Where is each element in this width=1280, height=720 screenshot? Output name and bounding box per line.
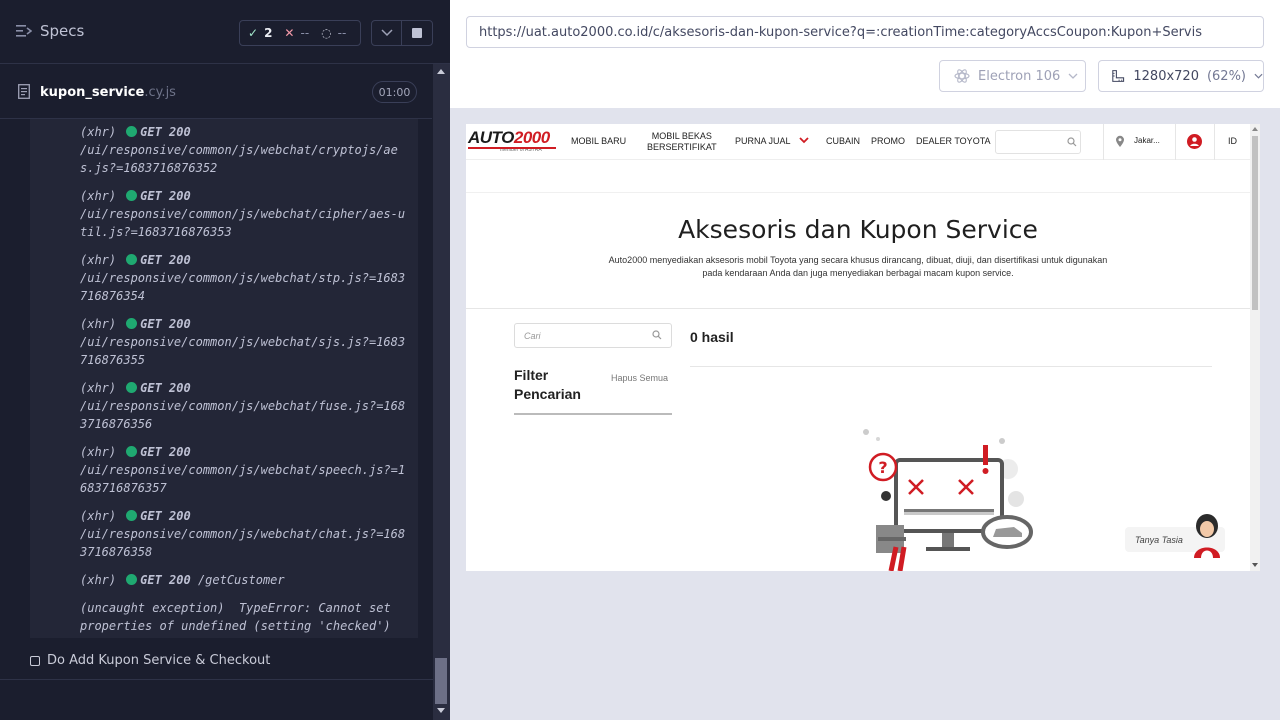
url-bar[interactable]: https://uat.auto2000.co.id/c/aksesoris-d… [466,16,1264,48]
test-stats: ✓ 2 ✕ -- ◌ -- [239,20,361,46]
log-entry[interactable]: (xhr) GET 200/ui/responsive/common/js/web… [80,251,410,305]
status-dot-icon [126,510,138,521]
chevron-down-icon [380,29,393,37]
browser-selector[interactable]: Electron 106 [939,60,1086,92]
document-icon [18,84,30,99]
log-entry[interactable]: (xhr) GET 200/ui/responsive/common/js/web… [80,187,410,241]
divider [514,413,672,415]
scrollbar-thumb[interactable] [435,658,447,704]
svg-text:?: ? [878,458,887,477]
pending-icon: ◌ [321,26,332,40]
logo-underline [468,147,556,149]
specs-toggle-button[interactable]: Specs [16,22,84,40]
scroll-down-arrow-icon[interactable] [1252,563,1258,567]
log-entry[interactable]: (xhr) GET 200/ui/responsive/common/js/web… [80,315,410,369]
scroll-down-arrow-icon[interactable] [437,708,445,713]
specs-label: Specs [40,22,85,40]
results-count: 0 hasil [690,329,734,345]
passed-count: 2 [264,26,273,40]
nav-purna-jual[interactable]: PURNA JUAL [735,136,809,147]
nav-dealer-toyota[interactable]: DEALER TOYOTA [916,136,991,147]
test-title-row[interactable]: Do Add Kupon Service & Checkout [30,653,270,668]
search-icon [652,330,662,340]
specs-list-icon [16,25,32,37]
website-frame: AUTO2000 member of ASTRA MOBIL BARU MOBI… [466,124,1260,571]
chevron-down-icon [799,137,809,144]
nav-search-input[interactable] [995,130,1081,154]
search-icon [1067,137,1077,147]
failed-count: -- [300,26,310,40]
status-dot-icon [126,254,138,265]
location-label[interactable]: Jakar... [1134,135,1160,146]
duration-badge: 01:00 [372,81,417,103]
site-scrollbar-thumb[interactable] [1252,136,1258,310]
app-under-test-panel: https://uat.auto2000.co.id/c/aksesoris-d… [450,0,1280,720]
nav-mobil-bekas[interactable]: MOBIL BEKAS BERSERTIFIKAT [647,131,717,153]
divider [690,366,1212,367]
log-entry[interactable]: (xhr) GET 200/ui/responsive/common/js/web… [80,379,410,433]
nav-promo[interactable]: PROMO [871,136,905,147]
scroll-up-arrow-icon[interactable] [1252,127,1258,131]
uncaught-exception-entry[interactable]: (uncaught exception) TypeError: Cannot s… [80,599,410,635]
location-pin-icon[interactable] [1115,135,1125,148]
divider [1103,124,1104,160]
failed-x-icon: ✕ [284,26,295,40]
user-account-icon[interactable] [1187,134,1202,149]
command-log: (xhr) GET 200/ui/responsive/common/js/web… [30,119,418,638]
spec-file-name[interactable]: kupon_service.cy.js [40,85,176,100]
auto2000-logo[interactable]: AUTO2000 member of ASTRA [468,128,556,154]
collapse-button[interactable] [372,21,403,45]
log-entry[interactable]: (xhr) GET 200/ui/responsive/common/js/web… [80,123,410,177]
scroll-up-arrow-icon[interactable] [437,69,445,74]
passed-check-icon: ✓ [248,26,259,40]
browser-name: Electron 106 [978,68,1061,84]
spec-file-row: kupon_service.cy.js 01:00 [0,64,432,119]
aut-header: https://uat.auto2000.co.id/c/aksesoris-d… [450,0,1280,108]
logo-text: AUTO2000 [468,128,550,147]
log-entry[interactable]: (xhr) GET 200/ui/responsive/common/js/web… [80,507,410,561]
electron-icon [954,69,970,83]
pending-count: -- [337,26,347,40]
log-entry[interactable]: (xhr) GET 200 /getCustomer [80,571,410,589]
viewport-selector[interactable]: 1280x720 (62%) [1098,60,1264,92]
viewport-scale: (62%) [1206,68,1247,84]
stop-button[interactable] [402,21,432,45]
filter-search-input[interactable]: Cari [514,323,672,348]
command-log-scrollbar[interactable] [433,64,450,720]
spec-name: kupon_service [40,85,145,100]
divider [1175,124,1176,160]
clear-all-filters-link[interactable]: Hapus Semua [611,373,668,383]
status-dot-icon [126,318,138,329]
command-log-panel: Specs ✓ 2 ✕ -- ◌ -- kupon_service.cy.js [0,0,450,720]
status-dot-icon [126,190,138,201]
site-navbar: AUTO2000 member of ASTRA MOBIL BARU MOBI… [466,124,1250,160]
stop-icon [412,28,422,38]
viewport-size: 1280x720 [1133,68,1199,84]
assistant-avatar-icon[interactable] [1188,512,1226,558]
divider [1214,124,1215,160]
spec-header: Specs ✓ 2 ✕ -- ◌ -- [0,0,450,64]
runner-controls [371,20,433,46]
test-status-icon [30,655,40,666]
spec-ext: .cy.js [144,85,176,100]
divider [0,679,433,680]
page-hero: Aksesoris dan Kupon Service Auto2000 men… [466,192,1250,309]
chevron-down-icon [1254,73,1263,79]
status-dot-icon [126,446,138,457]
filter-heading: Filter Pencarian [514,367,581,402]
status-dot-icon [126,126,138,137]
page-title: Aksesoris dan Kupon Service [678,215,1038,244]
page-description: Auto2000 menyediakan aksesoris mobil Toy… [608,255,1108,278]
ruler-icon [1112,70,1125,82]
empty-results-illustration: ? [863,429,1033,571]
nav-cubain[interactable]: CUBAIN [826,136,860,147]
test-title: Do Add Kupon Service & Checkout [47,653,271,668]
nav-mobil-baru[interactable]: MOBIL BARU [571,136,626,147]
status-dot-icon [126,574,138,585]
log-entry[interactable]: (xhr) GET 200/ui/responsive/common/js/web… [80,443,410,497]
language-selector[interactable]: ID [1228,136,1237,147]
chevron-down-icon [1068,73,1078,79]
status-dot-icon [126,382,138,393]
